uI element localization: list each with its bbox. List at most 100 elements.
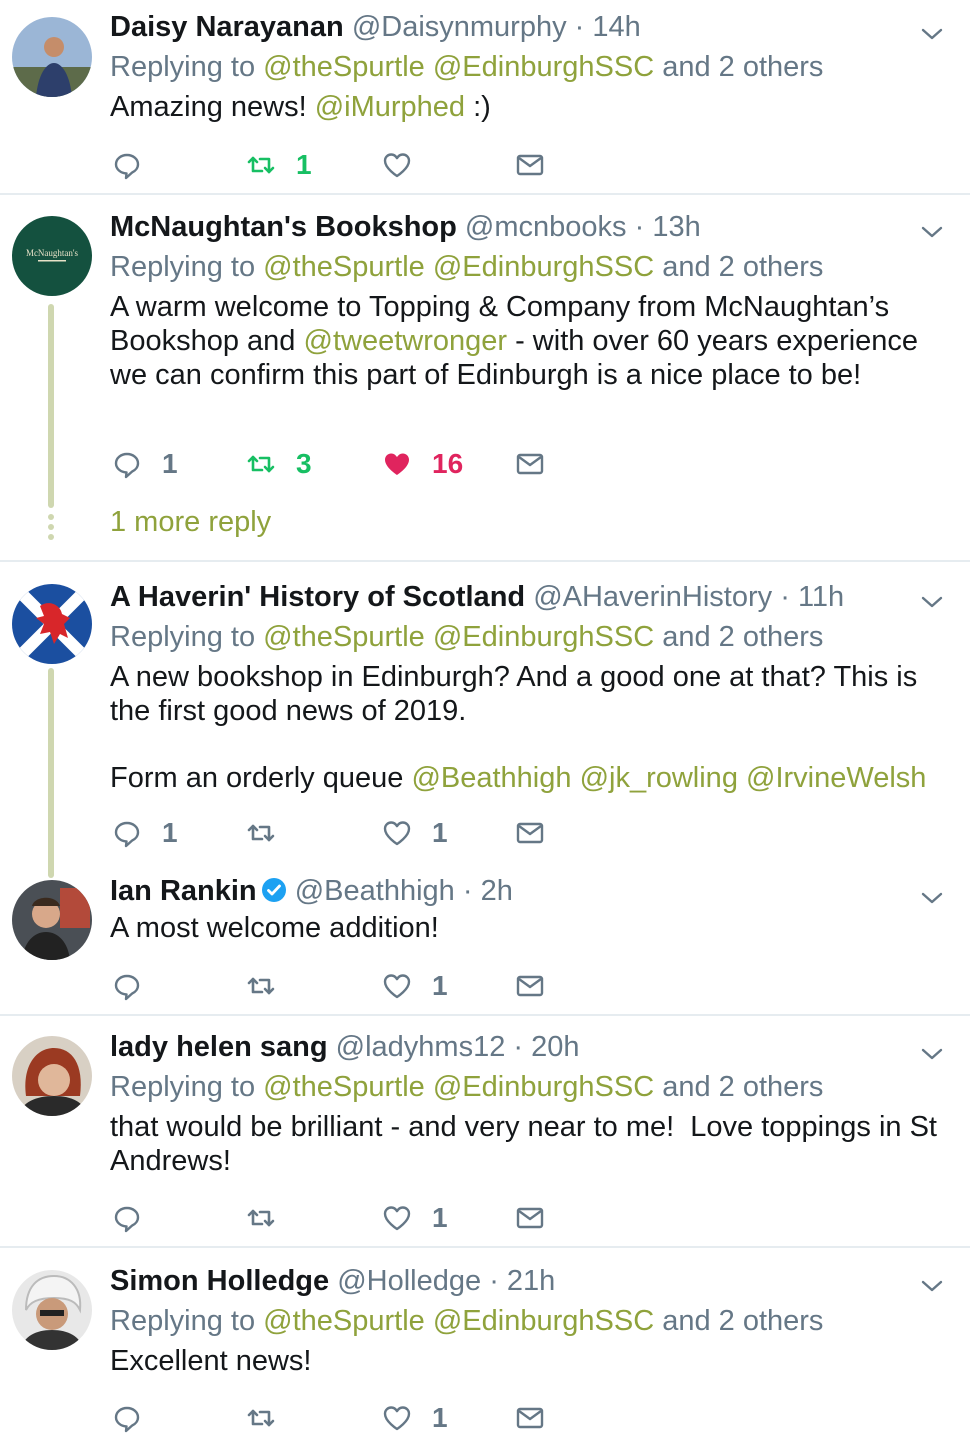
replying-prefix: Replying to xyxy=(110,1071,256,1103)
replying-prefix: Replying to xyxy=(110,1305,256,1337)
mention-link[interactable]: @theSpurtle xyxy=(263,1305,425,1337)
tweet-text: Amazing news! @iMurphed :) xyxy=(110,90,940,124)
display-name[interactable]: lady helen sang xyxy=(110,1031,328,1063)
timestamp[interactable]: 11h xyxy=(798,581,844,613)
reply-button[interactable] xyxy=(112,145,142,185)
tweet-text: A most welcome addition! xyxy=(110,912,439,944)
chevron-down-icon[interactable] xyxy=(920,590,944,614)
retweet-count: 3 xyxy=(296,448,312,479)
mention-link[interactable]: @iMurphed xyxy=(315,91,465,123)
like-button[interactable] xyxy=(382,145,412,185)
like-button[interactable]: 1 xyxy=(382,1398,448,1438)
heart-icon xyxy=(382,1403,412,1433)
retweet-icon xyxy=(246,971,276,1001)
reply-button[interactable] xyxy=(112,1198,142,1238)
reply-icon xyxy=(112,1203,142,1233)
avatar[interactable] xyxy=(12,1270,92,1350)
mention-link[interactable]: @Beathhigh xyxy=(411,762,571,794)
retweet-icon xyxy=(246,1203,276,1233)
user-handle[interactable]: @mcnbooks xyxy=(465,211,627,243)
user-handle[interactable]: @Daisynmurphy xyxy=(352,11,567,43)
chevron-down-icon[interactable] xyxy=(920,220,944,244)
message-button[interactable] xyxy=(515,1398,545,1438)
others-link[interactable]: and 2 others xyxy=(662,1305,823,1337)
reply-button[interactable] xyxy=(112,1398,142,1438)
separator: · xyxy=(634,211,645,243)
chevron-down-icon[interactable] xyxy=(920,22,944,46)
reply-button[interactable]: 1 xyxy=(112,813,178,853)
message-button[interactable] xyxy=(515,813,545,853)
mention-link[interactable]: @tweetwronger xyxy=(304,325,508,357)
avatar[interactable] xyxy=(12,880,92,960)
tweet-text-part: Amazing news! xyxy=(110,91,307,123)
user-handle[interactable]: @Beathhigh xyxy=(295,875,455,907)
timestamp[interactable]: 2h xyxy=(481,875,513,907)
user-handle[interactable]: @ladyhms12 xyxy=(336,1031,506,1063)
user-handle[interactable]: @Holledge xyxy=(337,1265,481,1297)
mention-link[interactable]: @EdinburghSSC xyxy=(433,1071,654,1103)
more-replies-link[interactable]: 1 more reply xyxy=(110,506,271,539)
others-link[interactable]: and 2 others xyxy=(662,251,823,283)
separator: · xyxy=(489,1265,499,1297)
display-name[interactable]: Ian Rankin xyxy=(110,875,257,907)
display-name[interactable]: McNaughtan's Bookshop xyxy=(110,211,457,243)
others-link[interactable]: and 2 others xyxy=(662,1071,823,1103)
timestamp[interactable]: 14h xyxy=(592,11,640,43)
tweet-actions: 1 xyxy=(110,1398,570,1438)
heart-icon xyxy=(382,818,412,848)
mention-link[interactable]: @jk_rowling xyxy=(580,762,738,794)
others-link[interactable]: and 2 others xyxy=(662,621,823,653)
chevron-down-icon[interactable] xyxy=(920,1042,944,1066)
avatar[interactable]: McNaughtan's xyxy=(12,216,92,296)
chevron-down-icon[interactable] xyxy=(920,886,944,910)
message-button[interactable] xyxy=(515,1198,545,1238)
retweet-button[interactable]: 1 xyxy=(246,145,312,185)
avatar[interactable] xyxy=(12,584,92,664)
reply-icon xyxy=(112,449,142,479)
retweet-button[interactable] xyxy=(246,813,276,853)
mention-link[interactable]: @EdinburghSSC xyxy=(433,1305,654,1337)
mention-link[interactable]: @theSpurtle xyxy=(263,1071,425,1103)
avatar[interactable] xyxy=(12,17,92,97)
retweet-button[interactable]: 3 xyxy=(246,444,312,484)
reply-button[interactable]: 1 xyxy=(112,444,178,484)
retweet-button[interactable] xyxy=(246,1198,276,1238)
like-count: 1 xyxy=(432,970,448,1001)
user-handle[interactable]: @AHaverinHistory xyxy=(533,581,772,613)
like-button[interactable]: 1 xyxy=(382,1198,448,1238)
avatar[interactable] xyxy=(12,1036,92,1116)
chevron-down-icon[interactable] xyxy=(920,1274,944,1298)
message-button[interactable] xyxy=(515,145,545,185)
thread-dots xyxy=(48,514,54,544)
display-name[interactable]: Daisy Narayanan xyxy=(110,11,344,43)
others-link[interactable]: and 2 others xyxy=(662,51,823,83)
reply-button[interactable] xyxy=(112,966,142,1006)
like-button[interactable]: 16 xyxy=(382,444,463,484)
mention-link[interactable]: @theSpurtle xyxy=(263,251,425,283)
tweet-header: Ian Rankin @Beathhigh · 2h xyxy=(110,874,940,908)
display-name[interactable]: Simon Holledge xyxy=(110,1265,329,1297)
retweet-button[interactable] xyxy=(246,1398,276,1438)
retweet-icon xyxy=(246,449,276,479)
message-button[interactable] xyxy=(515,444,545,484)
separator: · xyxy=(462,875,473,907)
tweet-paragraph: Form an orderly queue @Beathhigh @jk_row… xyxy=(110,761,940,795)
mention-link[interactable]: @EdinburghSSC xyxy=(433,51,654,83)
display-name[interactable]: A Haverin' History of Scotland xyxy=(110,581,525,613)
like-button[interactable]: 1 xyxy=(382,966,448,1006)
mail-icon xyxy=(515,1203,545,1233)
tweet-actions: 1 xyxy=(110,966,570,1006)
mention-link[interactable]: @theSpurtle xyxy=(263,621,425,653)
message-button[interactable] xyxy=(515,966,545,1006)
mention-link[interactable]: @IrvineWelsh xyxy=(746,762,926,794)
like-button[interactable]: 1 xyxy=(382,813,448,853)
mention-link[interactable]: @EdinburghSSC xyxy=(433,251,654,283)
mention-link[interactable]: @EdinburghSSC xyxy=(433,621,654,653)
retweet-button[interactable] xyxy=(246,966,276,1006)
mention-link[interactable]: @theSpurtle xyxy=(263,51,425,83)
timestamp[interactable]: 21h xyxy=(507,1265,555,1297)
tweet-header: A Haverin' History of Scotland @AHaverin… xyxy=(110,580,940,614)
timestamp[interactable]: 20h xyxy=(531,1031,579,1063)
timestamp[interactable]: 13h xyxy=(652,211,700,243)
mail-icon xyxy=(515,150,545,180)
